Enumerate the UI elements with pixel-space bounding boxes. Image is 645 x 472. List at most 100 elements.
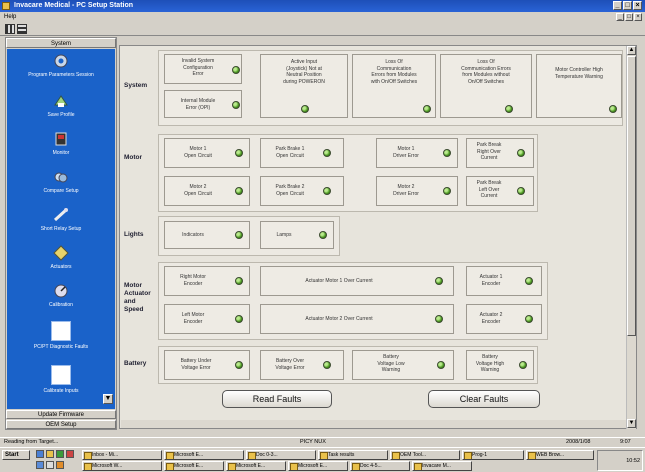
fault-label: Actuator Motor 2 Over Current <box>305 316 373 322</box>
close-button[interactable]: × <box>633 1 642 10</box>
grid-view-icon[interactable] <box>5 24 15 34</box>
sidebar-item-compare-setup[interactable]: Compare Setup <box>7 167 115 203</box>
quicklaunch-doc-icon[interactable] <box>46 461 54 469</box>
task-button[interactable]: Microsoft E... <box>288 461 348 471</box>
fault-label: Right Motor Encoder <box>180 274 206 287</box>
mdi-close-button[interactable]: × <box>634 13 642 21</box>
status-led-icon <box>519 361 527 369</box>
quicklaunch-folder-icon[interactable] <box>46 450 54 458</box>
quicklaunch-tool-icon[interactable] <box>56 461 64 469</box>
quicklaunch-desktop-icon[interactable] <box>36 461 44 469</box>
window-title: Invacare Medical - PC Setup Station <box>14 2 134 9</box>
sidebar-item-save-profile[interactable]: Save Profile <box>7 91 115 127</box>
fault-label: Active Input (Joystick) Not at Neutral P… <box>283 59 325 85</box>
fault-label: Battery Voltage Low Warning <box>377 354 405 373</box>
fault-label: Actuator Motor 1 Over Current <box>305 278 373 284</box>
list-view-icon[interactable] <box>17 24 27 34</box>
calibrate-inputs-icon <box>51 365 71 385</box>
sidebar-header[interactable]: System <box>6 38 116 48</box>
status-led-icon <box>525 277 533 285</box>
status-led-icon <box>435 315 443 323</box>
fault-label: Actuator 2 Encoder <box>479 312 503 325</box>
clear-faults-button[interactable]: Clear Faults <box>428 390 540 408</box>
task-button[interactable]: Microsoft E... <box>164 461 224 471</box>
scroll-down-button[interactable]: ▼ <box>627 419 636 428</box>
status-led-icon <box>323 361 331 369</box>
tray-clock[interactable]: 10:52 <box>626 458 640 464</box>
section-label-battery: Battery <box>124 360 147 367</box>
relay-icon <box>53 208 68 222</box>
fault-cell: Actuator 2 Encoder <box>466 304 542 334</box>
horizontal-scrollbar[interactable] <box>121 420 626 428</box>
sidebar-item-actuators[interactable]: Actuators <box>7 243 115 279</box>
menu-help[interactable]: Help <box>4 14 16 20</box>
mdi-minimize-button[interactable]: _ <box>616 13 624 21</box>
fault-label: Battery Voltage High Warning <box>475 354 505 373</box>
maximize-button[interactable]: □ <box>623 1 632 10</box>
task-button[interactable]: Task results <box>318 450 388 460</box>
minimize-button[interactable]: _ <box>613 1 622 10</box>
taskbar: Start Inbox - Mi... Microsoft E... Doc 0… <box>0 447 645 472</box>
status-text: Reading from Target... <box>4 439 59 445</box>
status-date: 2008/1/08 <box>566 439 591 445</box>
sidebar-footer-oem-setup[interactable]: OEM Setup <box>6 420 116 429</box>
section-label-motor-actuator: Motor Actuator and Speed <box>124 282 151 313</box>
task-button[interactable]: Prog-1 <box>462 450 524 460</box>
fault-label: Park Brake 1 Open Circuit <box>275 146 305 159</box>
status-led-icon <box>235 315 243 323</box>
fault-cell: Park Brake 2 Open Circuit <box>260 176 344 206</box>
sidebar-item-label: Actuators <box>50 264 72 270</box>
fault-label: Motor 1 Open Circuit <box>184 146 212 159</box>
quicklaunch-ie-icon[interactable] <box>36 450 44 458</box>
quicklaunch-media-icon[interactable] <box>66 450 74 458</box>
fault-label: Loss Of Communication Errors from Module… <box>370 59 418 85</box>
task-button[interactable]: OEM Tool... <box>390 450 460 460</box>
status-time: 9:07 <box>620 439 631 445</box>
sidebar-footer-update-firmware[interactable]: Update Firmware <box>6 410 116 419</box>
read-faults-button[interactable]: Read Faults <box>222 390 332 408</box>
fault-label: Invalid System Configuration Error <box>181 58 215 77</box>
fault-cell: Battery Over Voltage Error <box>260 350 344 380</box>
status-led-icon <box>323 149 331 157</box>
title-bar[interactable]: Invacare Medical - PC Setup Station _ □ … <box>0 0 645 12</box>
task-button[interactable]: Inbox - Mi... <box>82 450 162 460</box>
task-button[interactable]: Doc 4-5... <box>350 461 410 471</box>
fault-label: Park Break Right Over Current <box>476 142 502 161</box>
start-button[interactable]: Start <box>2 450 30 460</box>
fault-cell: Park Break Left Over Current <box>466 176 534 206</box>
fault-cell: Battery Voltage Low Warning <box>352 350 454 380</box>
fault-label: Battery Under Voltage Error <box>180 358 212 371</box>
vertical-scrollbar[interactable]: ▲ ▼ <box>626 46 636 429</box>
sidebar-item-calibration[interactable]: Calibration <box>7 281 115 317</box>
sidebar-item-label: Program Parameters Session <box>28 72 94 78</box>
gear-icon <box>54 54 68 68</box>
sidebar-item-monitor[interactable]: Monitor <box>7 129 115 165</box>
sidebar-item-calibrate-inputs[interactable]: Calibrate Inputs <box>7 363 115 399</box>
mdi-maximize-button[interactable]: □ <box>625 13 633 21</box>
sidebar-panel: Program Parameters Session Save Profile … <box>7 49 115 409</box>
quicklaunch-app-icon[interactable] <box>56 450 64 458</box>
scroll-up-button[interactable]: ▲ <box>627 46 636 55</box>
task-button[interactable]: Invacare M... <box>412 461 472 471</box>
fault-label: Park Brake 2 Open Circuit <box>275 184 305 197</box>
sidebar-item-diagnostic-faults[interactable]: PC/PT Diagnostic Faults <box>7 319 115 355</box>
fault-label: Loss Of Communication Errors from Module… <box>461 59 511 85</box>
fault-cell: Invalid System Configuration Error <box>164 54 242 84</box>
status-led-icon <box>517 187 525 195</box>
section-label-lights: Lights <box>124 231 144 238</box>
fault-label: Internal Module Error (OPI) <box>180 98 216 111</box>
sidebar-item-short-relay[interactable]: Short Relay Setup <box>7 205 115 241</box>
task-button[interactable]: Doc 0-3... <box>246 450 316 460</box>
task-button[interactable]: Microsoft E... <box>164 450 244 460</box>
task-button[interactable]: Microsoft E... <box>226 461 286 471</box>
sidebar-item-label: Save Profile <box>47 112 75 118</box>
sidebar-item-program-parameters[interactable]: Program Parameters Session <box>7 51 115 87</box>
fault-label: Motor 2 Driver Error <box>393 184 419 197</box>
task-button[interactable]: Microsoft W... <box>82 461 162 471</box>
sidebar-scroll-down-button[interactable]: ▼ <box>103 394 113 404</box>
fault-cell: Battery Voltage High Warning <box>466 350 534 380</box>
status-led-icon <box>235 361 243 369</box>
scroll-thumb[interactable] <box>627 56 636 336</box>
task-button[interactable]: WEB Brow... <box>526 450 594 460</box>
fault-label: Left Motor Encoder <box>181 312 205 325</box>
